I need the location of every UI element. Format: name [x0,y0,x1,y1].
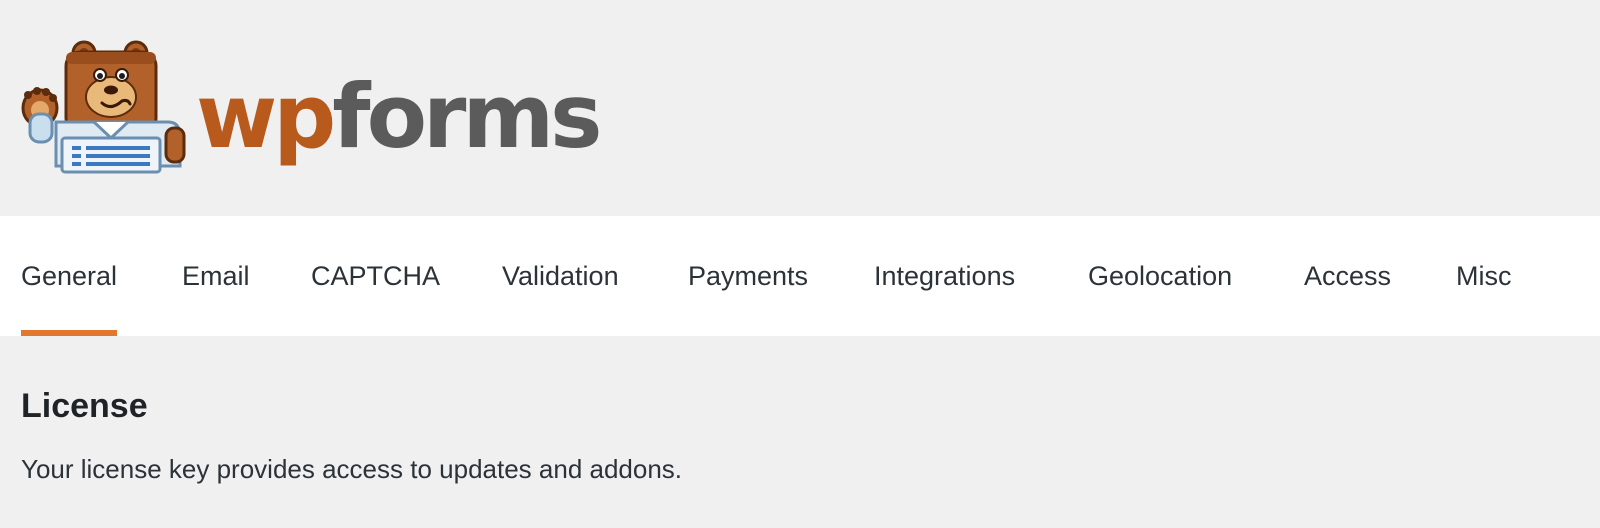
settings-tabs: General Email CAPTCHA Validation Payment… [0,216,1600,336]
logo-forms-text: forms [332,65,602,168]
tab-validation[interactable]: Validation [502,216,619,336]
logo-wp-text: wp [196,65,336,168]
tab-geolocation[interactable]: Geolocation [1088,216,1232,336]
tab-misc[interactable]: Misc [1456,216,1512,336]
wpforms-logo: wpforms [196,62,603,172]
tab-captcha[interactable]: CAPTCHA [311,216,440,336]
bear-mascot-icon [21,40,186,174]
section-description: Your license key provides access to upda… [21,454,683,484]
tab-integrations[interactable]: Integrations [874,216,1015,336]
tab-payments[interactable]: Payments [688,216,808,336]
section-title: License [21,387,148,425]
page-header: wpforms [0,0,1600,216]
tab-email[interactable]: Email [182,216,250,336]
tab-access[interactable]: Access [1304,216,1391,336]
tab-general[interactable]: General [21,216,118,336]
